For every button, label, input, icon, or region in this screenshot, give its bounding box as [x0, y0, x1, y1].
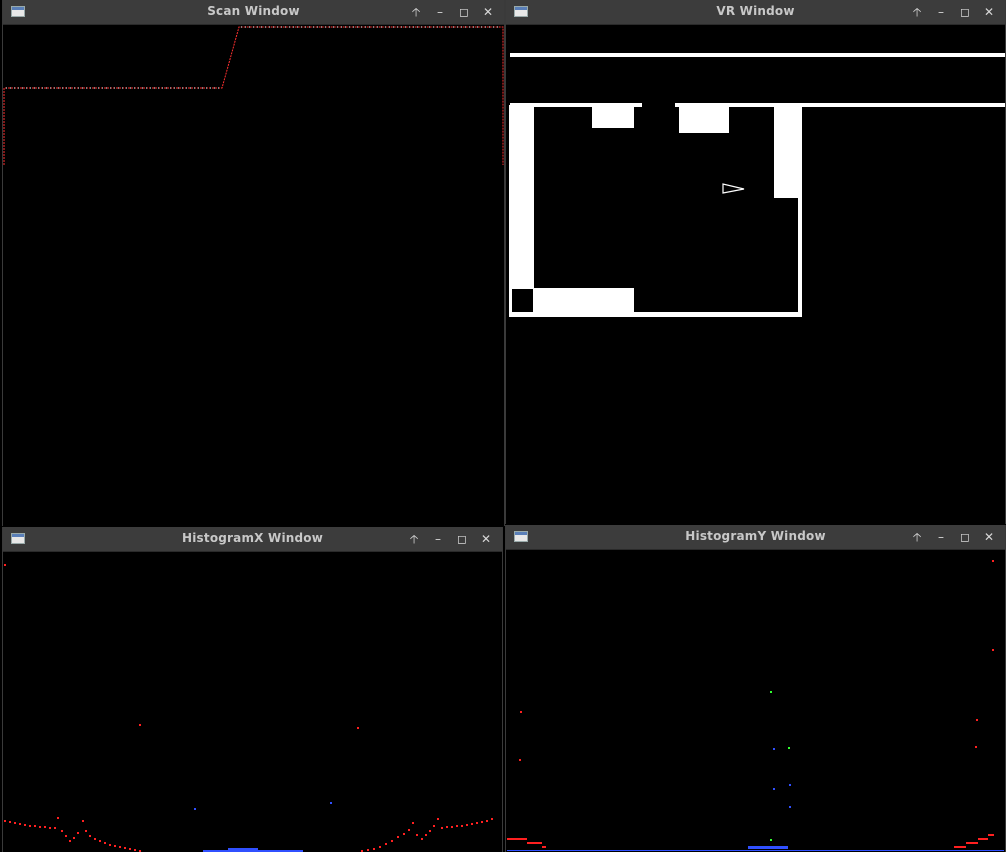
histogramx-canvas — [3, 552, 502, 852]
vr-map — [509, 53, 1005, 317]
wall-gap — [512, 289, 533, 313]
close-icon[interactable]: ✕ — [476, 3, 500, 21]
maximize-icon[interactable]: ◻ — [452, 3, 476, 21]
histogramx-window-titlebar[interactable]: HistogramX Window 🡡 – ◻ ✕ — [3, 527, 502, 552]
scan-canvas — [3, 25, 504, 526]
histogramy-canvas — [506, 550, 1005, 852]
scan-trace — [3, 26, 504, 165]
histogramy-blue-points — [507, 748, 1004, 851]
histogramy-green-points — [770, 691, 790, 841]
minimize-icon[interactable]: – — [929, 528, 953, 546]
histogramy-red-points — [507, 560, 994, 848]
keep-above-icon[interactable]: 🡡 — [404, 3, 428, 21]
robot-marker-icon — [722, 183, 745, 194]
histogramx-blue-points — [194, 802, 332, 852]
histogramy-window: HistogramY Window 🡡 – ◻ ✕ — [505, 525, 1006, 852]
wall — [509, 105, 534, 317]
scan-plot — [3, 26, 504, 165]
scan-window: Scan Window 🡡 – ◻ ✕ — [2, 0, 505, 526]
histogramy-plot — [507, 560, 1004, 851]
maximize-icon[interactable]: ◻ — [953, 528, 977, 546]
histogramx-plot — [4, 564, 493, 852]
close-icon[interactable]: ✕ — [977, 3, 1001, 21]
scan-window-titlebar[interactable]: Scan Window 🡡 – ◻ ✕ — [3, 0, 504, 25]
wall — [679, 105, 729, 133]
histogramx-window: HistogramX Window 🡡 – ◻ ✕ — [2, 527, 503, 852]
close-icon[interactable]: ✕ — [977, 528, 1001, 546]
vr-window-titlebar[interactable]: VR Window 🡡 – ◻ ✕ — [506, 0, 1005, 25]
histogramy-window-titlebar[interactable]: HistogramY Window 🡡 – ◻ ✕ — [506, 525, 1005, 550]
minimize-icon[interactable]: – — [929, 3, 953, 21]
keep-above-icon[interactable]: 🡡 — [905, 3, 929, 21]
wall — [534, 288, 634, 316]
vr-window: VR Window 🡡 – ◻ ✕ — [505, 0, 1006, 524]
keep-above-icon[interactable]: 🡡 — [402, 530, 426, 548]
wall — [509, 312, 802, 317]
keep-above-icon[interactable]: 🡡 — [905, 528, 929, 546]
close-icon[interactable]: ✕ — [474, 530, 498, 548]
maximize-icon[interactable]: ◻ — [450, 530, 474, 548]
minimize-icon[interactable]: – — [428, 3, 452, 21]
wall — [510, 53, 1005, 57]
vr-canvas — [506, 25, 1005, 524]
histogramx-red-points — [4, 564, 493, 852]
maximize-icon[interactable]: ◻ — [953, 3, 977, 21]
wall — [774, 105, 802, 198]
minimize-icon[interactable]: – — [426, 530, 450, 548]
wall — [798, 105, 802, 315]
wall — [592, 105, 634, 128]
